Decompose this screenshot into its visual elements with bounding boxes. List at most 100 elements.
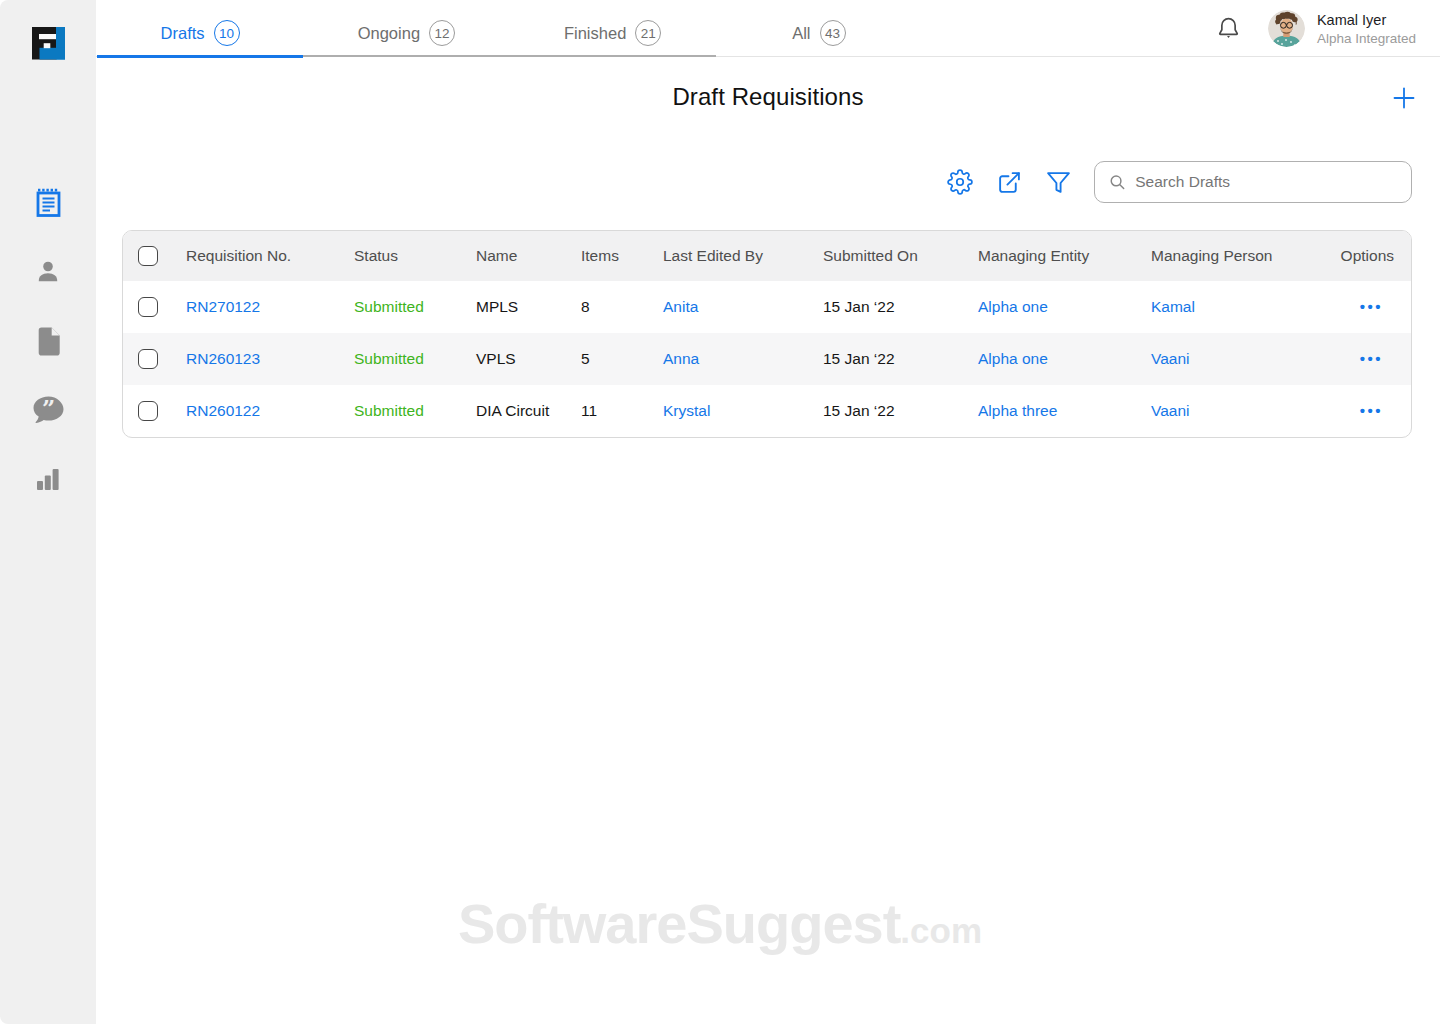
gear-icon — [947, 169, 973, 195]
last-edited-by-link[interactable]: Anna — [648, 333, 808, 385]
tab-drafts-label: Drafts — [161, 24, 205, 43]
tab-all-count-badge: 43 — [820, 20, 846, 46]
col-managing-entity: Managing Entity — [963, 231, 1136, 281]
search-input[interactable] — [1135, 173, 1399, 191]
table-row: RN270122 Submitted MPLS 8 Anita 15 Jan ‘… — [123, 281, 1412, 333]
tab-ongoing-count-badge: 12 — [429, 20, 455, 46]
managing-entity-link[interactable]: Alpha three — [963, 385, 1136, 437]
row-checkbox[interactable] — [138, 349, 158, 369]
plus-icon — [1393, 87, 1415, 109]
col-status: Status — [339, 231, 461, 281]
table-toolbar — [947, 161, 1412, 203]
more-options-button[interactable]: ••• — [1360, 350, 1383, 367]
row-checkbox[interactable] — [138, 401, 158, 421]
filter-button[interactable] — [1045, 169, 1071, 195]
tab-drafts[interactable]: Drafts 10 — [97, 0, 303, 57]
sidebar-item-people[interactable] — [24, 255, 72, 289]
sidebar: ” — [0, 0, 96, 1024]
managing-entity-link[interactable]: Alpha one — [963, 281, 1136, 333]
search-box — [1094, 161, 1412, 203]
submitted-on-value: 15 Jan ‘22 — [808, 385, 963, 437]
tab-finished-count-badge: 21 — [635, 20, 661, 46]
topbar: Drafts 10 Ongoing 12 Finished 21 All 43 — [96, 0, 1440, 57]
more-options-button[interactable]: ••• — [1360, 298, 1383, 315]
sidebar-nav: ” — [0, 186, 96, 496]
person-icon — [33, 257, 63, 287]
app-logo-icon — [32, 27, 65, 60]
table-row: RN260122 Submitted DIA Circuit 11 Krysta… — [123, 385, 1412, 437]
bar-chart-icon — [33, 464, 63, 494]
table-row: RN260123 Submitted VPLS 5 Anna 15 Jan ‘2… — [123, 333, 1412, 385]
tab-ongoing[interactable]: Ongoing 12 — [303, 0, 509, 57]
sidebar-item-reports[interactable] — [24, 462, 72, 496]
col-name: Name — [461, 231, 566, 281]
tab-drafts-count-badge: 10 — [214, 20, 240, 46]
tab-finished-label: Finished — [564, 24, 626, 43]
export-button[interactable] — [996, 169, 1022, 195]
col-managing-person: Managing Person — [1136, 231, 1276, 281]
items-value: 8 — [566, 281, 648, 333]
notifications-button[interactable] — [1215, 15, 1242, 42]
watermark: SoftwareSuggest.com — [0, 891, 1440, 956]
requisition-no-link[interactable]: RN260123 — [171, 333, 339, 385]
select-all-checkbox[interactable] — [138, 246, 158, 266]
col-submitted-on: Submitted On — [808, 231, 963, 281]
last-edited-by-link[interactable]: Anita — [648, 281, 808, 333]
tab-finished[interactable]: Finished 21 — [510, 0, 716, 57]
main-content: Draft Requisitions — [96, 57, 1440, 1024]
items-value: 11 — [566, 385, 648, 437]
managing-entity-link[interactable]: Alpha one — [963, 333, 1136, 385]
col-requisition-no: Requisition No. — [171, 231, 339, 281]
name-value: VPLS — [461, 333, 566, 385]
bell-icon — [1215, 15, 1242, 42]
watermark-main: SoftwareSuggest — [458, 892, 900, 955]
submitted-on-value: 15 Jan ‘22 — [808, 333, 963, 385]
col-last-edited-by: Last Edited By — [648, 231, 808, 281]
chat-icon: ” — [32, 395, 65, 425]
user-org: Alpha Integrated — [1317, 30, 1416, 48]
row-checkbox[interactable] — [138, 297, 158, 317]
notepad-icon — [33, 187, 64, 220]
external-link-icon — [997, 170, 1022, 195]
tab-bar: Drafts 10 Ongoing 12 Finished 21 All 43 — [97, 0, 922, 57]
app-window: ” Drafts 10 Ongoing 12 Fini — [0, 0, 1440, 1024]
document-icon — [35, 326, 62, 357]
tab-all[interactable]: All 43 — [716, 0, 922, 57]
tab-ongoing-label: Ongoing — [358, 24, 420, 43]
requisition-no-link[interactable]: RN270122 — [171, 281, 339, 333]
status-value: Submitted — [339, 385, 461, 437]
status-value: Submitted — [339, 281, 461, 333]
page-title: Draft Requisitions — [96, 83, 1440, 111]
topbar-right: Kamal Iyer Alpha Integrated — [1215, 0, 1440, 57]
more-options-button[interactable]: ••• — [1360, 402, 1383, 419]
last-edited-by-link[interactable]: Krystal — [648, 385, 808, 437]
sidebar-item-requisitions[interactable] — [24, 186, 72, 220]
tab-all-label: All — [792, 24, 810, 43]
requisition-no-link[interactable]: RN260122 — [171, 385, 339, 437]
watermark-suffix: .com — [900, 911, 982, 950]
sidebar-item-messages[interactable]: ” — [24, 393, 72, 427]
name-value: DIA Circuit — [461, 385, 566, 437]
app-logo[interactable] — [32, 27, 65, 60]
name-value: MPLS — [461, 281, 566, 333]
avatar-photo — [1268, 10, 1305, 47]
managing-person-link[interactable]: Vaani — [1136, 333, 1276, 385]
settings-button[interactable] — [947, 169, 973, 195]
requisitions-table: Requisition No. Status Name Items Last E… — [122, 230, 1412, 438]
status-value: Submitted — [339, 333, 461, 385]
col-items: Items — [566, 231, 648, 281]
table-header-row: Requisition No. Status Name Items Last E… — [123, 231, 1412, 281]
col-options: Options — [1276, 231, 1412, 281]
search-icon — [1109, 173, 1126, 192]
submitted-on-value: 15 Jan ‘22 — [808, 281, 963, 333]
user-info[interactable]: Kamal Iyer Alpha Integrated — [1317, 10, 1416, 47]
items-value: 5 — [566, 333, 648, 385]
avatar[interactable] — [1268, 10, 1305, 47]
managing-person-link[interactable]: Kamal — [1136, 281, 1276, 333]
managing-person-link[interactable]: Vaani — [1136, 385, 1276, 437]
add-requisition-button[interactable] — [1393, 87, 1415, 109]
user-name: Kamal Iyer — [1317, 11, 1416, 30]
svg-text:”: ” — [41, 395, 54, 421]
sidebar-item-documents[interactable] — [24, 324, 72, 358]
filter-icon — [1046, 170, 1071, 195]
